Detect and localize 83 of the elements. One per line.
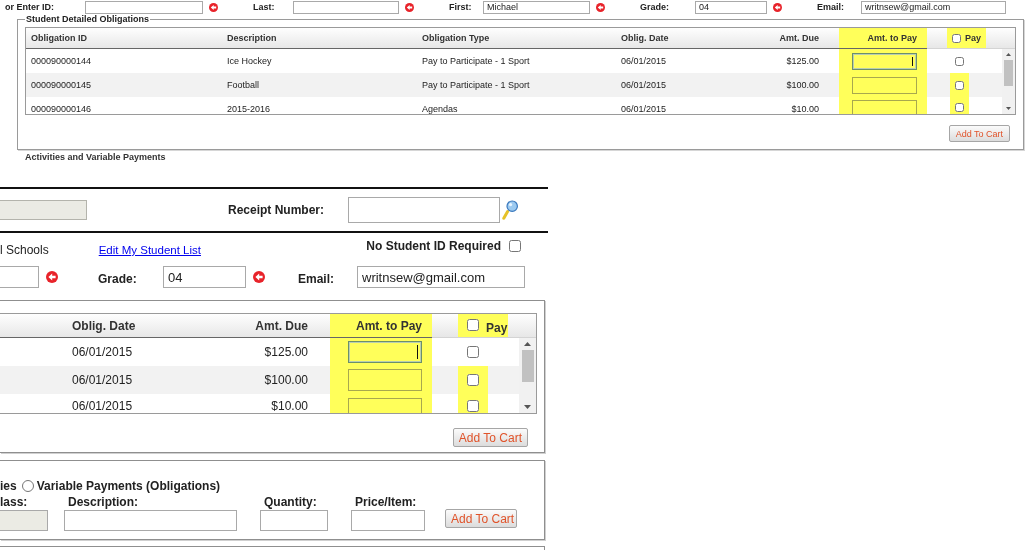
table-cell-text: 06/01/2015 [71,344,134,361]
scroll-up-icon[interactable] [1006,53,1011,56]
table-cell-text: $125.00 [263,344,309,361]
table-cell-text: Football [226,79,261,92]
table-cell-text: 06/01/2015 [620,103,668,114]
column-label: Pay [486,320,508,335]
scrollbar[interactable] [519,338,536,413]
amount-field[interactable] [348,369,422,391]
text-field[interactable] [351,510,425,531]
receipt-number-field[interactable] [348,197,500,223]
table-cell-text: 06/01/2015 [620,55,668,68]
scrollbar-thumb[interactable] [1004,60,1013,86]
text-field[interactable] [260,510,328,531]
scroll-down-icon[interactable] [1006,107,1011,110]
field-label: Last: [253,2,276,12]
option-label: Variable Payments (Obligations) [36,479,221,493]
table-cell-text: $125.00 [785,55,820,68]
text-field[interactable] [64,510,237,531]
text-field[interactable]: 04 [163,266,246,288]
select-all-checkbox[interactable] [467,319,479,331]
no-student-id-checkbox[interactable] [509,240,521,252]
field-label: First: [449,2,473,12]
section-title: Student Detailed Obligations [25,14,150,24]
edit-student-list-link[interactable]: Edit My Student List [98,243,201,257]
select-all-checkbox[interactable] [952,33,961,43]
amount-field[interactable] [852,76,917,94]
text-field[interactable]: 04 [695,0,767,14]
table-cell-text: 2015-2016 [226,103,272,114]
table-cell-text: 000090000145 [30,79,93,92]
text-cursor-icon [912,56,913,66]
field-label: Grade: [640,2,670,12]
table-cell-text: 06/01/2015 [71,398,134,413]
field-label: Grade: [98,270,138,286]
pay-checkbox[interactable] [467,400,479,412]
amount-field[interactable] [852,100,917,114]
text-field[interactable] [293,0,399,14]
table-cell-text: $100.00 [785,79,820,92]
column-header: Amt. to Pay [839,28,927,49]
scrollbar-thumb[interactable] [521,350,534,382]
field-label: Description: [67,496,139,509]
text-field[interactable]: writnsew@gmail.com [357,266,525,288]
variable-payments-radio[interactable] [21,480,34,492]
pay-checkbox[interactable] [955,80,964,90]
table-cell-text: Pay to Participate - 1 Sport [421,55,531,68]
text-field[interactable] [85,0,203,14]
field-label: Receipt Number: [228,203,326,217]
scroll-up-icon[interactable] [524,342,531,346]
table-cell-text: $10.00 [790,103,820,114]
text-field[interactable] [0,266,39,288]
table-cell-text: Ice Hockey [226,55,273,68]
table-cell-text: $10.00 [270,398,309,413]
field-label: Email: [817,2,845,12]
field-label: Quantity: [263,496,318,509]
pay-checkbox[interactable] [467,346,479,358]
table-cell-text: 06/01/2015 [620,79,668,92]
pay-checkbox[interactable] [955,56,964,66]
scrollbar[interactable] [1002,49,1015,114]
table-cell-text: Agendas [421,103,459,114]
field-label: Price/Item: [354,496,418,509]
pay-checkbox[interactable] [955,103,964,112]
text-cursor-icon [417,345,418,359]
field-label: or Enter ID: [5,2,55,12]
column-header: Amt. to Pay [330,314,432,338]
scroll-down-icon[interactable] [524,405,531,409]
table-cell-text: 000090000146 [30,103,93,114]
table-cell-text: Pay to Participate - 1 Sport [421,79,531,92]
text-field[interactable]: Michael [483,0,590,14]
amount-field[interactable] [348,341,422,363]
field-label: Email: [298,270,335,286]
checkbox-label: No Student ID Required [366,239,501,253]
table-cell-text: $100.00 [263,372,309,389]
school-text: l Schools [0,243,49,257]
option-label: ies [0,479,17,493]
amount-field[interactable] [348,398,422,413]
table-cell-text: 06/01/2015 [71,372,134,389]
field-label: lass: [0,496,29,509]
table-cell-text: 000090000144 [30,55,93,68]
column-label: Pay [965,33,981,43]
search-icon[interactable] [502,200,518,220]
text-field[interactable]: writnsew@gmail.com [861,0,1006,14]
amount-field[interactable] [852,52,917,70]
pay-checkbox[interactable] [467,374,479,386]
section-title: Activities and Variable Payments [25,152,166,162]
